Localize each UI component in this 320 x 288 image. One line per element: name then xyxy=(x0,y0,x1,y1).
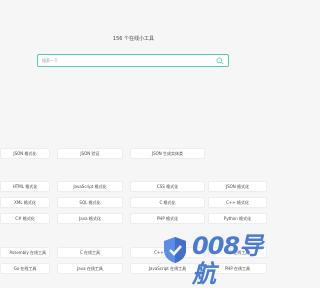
tool-card-json-format-1[interactable]: JSON 格式化 xyxy=(0,148,50,159)
tool-card-java-online[interactable]: Java 在线工具 xyxy=(57,263,123,274)
tool-card-python-format[interactable]: Python 格式化 xyxy=(208,213,267,224)
tool-card-js-format[interactable]: JavaScript 格式化 xyxy=(57,181,123,192)
search-input[interactable] xyxy=(42,56,212,65)
tool-card-php-format[interactable]: PHP 格式化 xyxy=(130,213,205,224)
tool-card-c-format[interactable]: C 格式化 xyxy=(130,197,205,208)
tool-card-assembly-online[interactable]: Assembly 在线工具 xyxy=(0,247,50,258)
tool-card-json-validate[interactable]: JSON 验证 xyxy=(57,148,123,159)
shield-logo-icon xyxy=(164,237,186,263)
tool-card-json-format-2[interactable]: JSON 格式化 xyxy=(208,181,267,192)
tool-card-java-format[interactable]: Java 格式化 xyxy=(57,213,123,224)
watermark-logo: 008导航 xyxy=(152,232,267,288)
tool-card-c-online[interactable]: C 在线工具 xyxy=(57,247,123,258)
tool-card-go-online[interactable]: Go 在线工具 xyxy=(0,263,50,274)
tool-card-xml-format[interactable]: XML 格式化 xyxy=(0,197,50,208)
tool-card-html-format[interactable]: HTML 格式化 xyxy=(0,181,50,192)
search-icon[interactable] xyxy=(216,57,224,65)
tool-card-css-format[interactable]: CSS 格式化 xyxy=(130,181,205,192)
watermark-text: 008导航 xyxy=(192,232,263,288)
tool-card-csharp-format[interactable]: C# 格式化 xyxy=(0,213,50,224)
tool-card-sql-format[interactable]: SQL 格式化 xyxy=(57,197,123,208)
tool-card-json-entity[interactable]: JSON 生成实体类 xyxy=(130,148,205,159)
page-title: 156 个在线小工具 xyxy=(112,36,155,42)
search-box[interactable] xyxy=(37,54,229,67)
tool-card-cpp-format[interactable]: C++ 格式化 xyxy=(208,197,267,208)
